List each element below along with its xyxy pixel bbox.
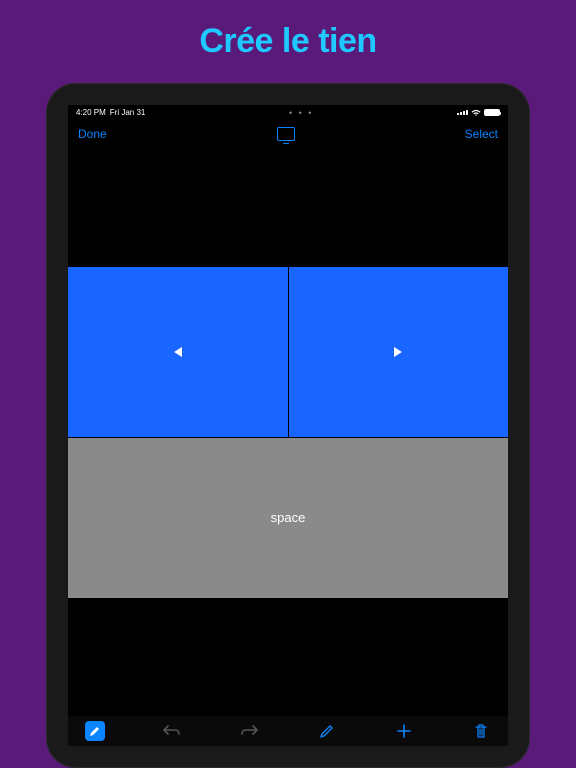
left-arrow-pad[interactable]	[68, 267, 288, 437]
delete-button[interactable]	[466, 720, 496, 742]
draw-button[interactable]	[312, 720, 342, 742]
navigation-bar: Done Select	[68, 120, 508, 148]
right-arrow-pad[interactable]	[289, 267, 509, 437]
plus-icon	[396, 723, 412, 739]
pencil-icon	[85, 721, 105, 741]
add-button[interactable]	[389, 720, 419, 742]
undo-button[interactable]	[157, 720, 187, 742]
bottom-toolbar	[68, 716, 508, 746]
done-button[interactable]: Done	[78, 127, 107, 141]
status-time: 4:20 PM	[76, 108, 106, 117]
status-date: Fri Jan 31	[110, 108, 146, 117]
triangle-right-icon	[394, 347, 402, 357]
editor-canvas: space	[68, 148, 508, 716]
space-label: space	[271, 510, 306, 525]
ipad-device-frame: 4:20 PM Fri Jan 31 • • • Done Se	[46, 83, 530, 768]
pencil-outline-icon	[319, 723, 335, 739]
redo-icon	[240, 724, 258, 738]
redo-button[interactable]	[234, 720, 264, 742]
space-bar-pad[interactable]: space	[68, 438, 508, 598]
trash-icon	[474, 723, 488, 739]
ipad-screen: 4:20 PM Fri Jan 31 • • • Done Se	[68, 105, 508, 746]
status-bar: 4:20 PM Fri Jan 31 • • •	[68, 105, 508, 120]
triangle-left-icon	[174, 347, 182, 357]
cellular-signal-icon	[457, 110, 468, 115]
battery-icon	[484, 109, 500, 116]
edit-tool-button[interactable]	[80, 720, 110, 742]
promo-headline: Crée le tien	[199, 22, 376, 61]
display-icon[interactable]	[277, 127, 295, 141]
wifi-icon	[471, 109, 481, 117]
multitask-dots-icon: • • •	[145, 108, 457, 118]
select-button[interactable]: Select	[465, 127, 498, 141]
undo-icon	[163, 724, 181, 738]
